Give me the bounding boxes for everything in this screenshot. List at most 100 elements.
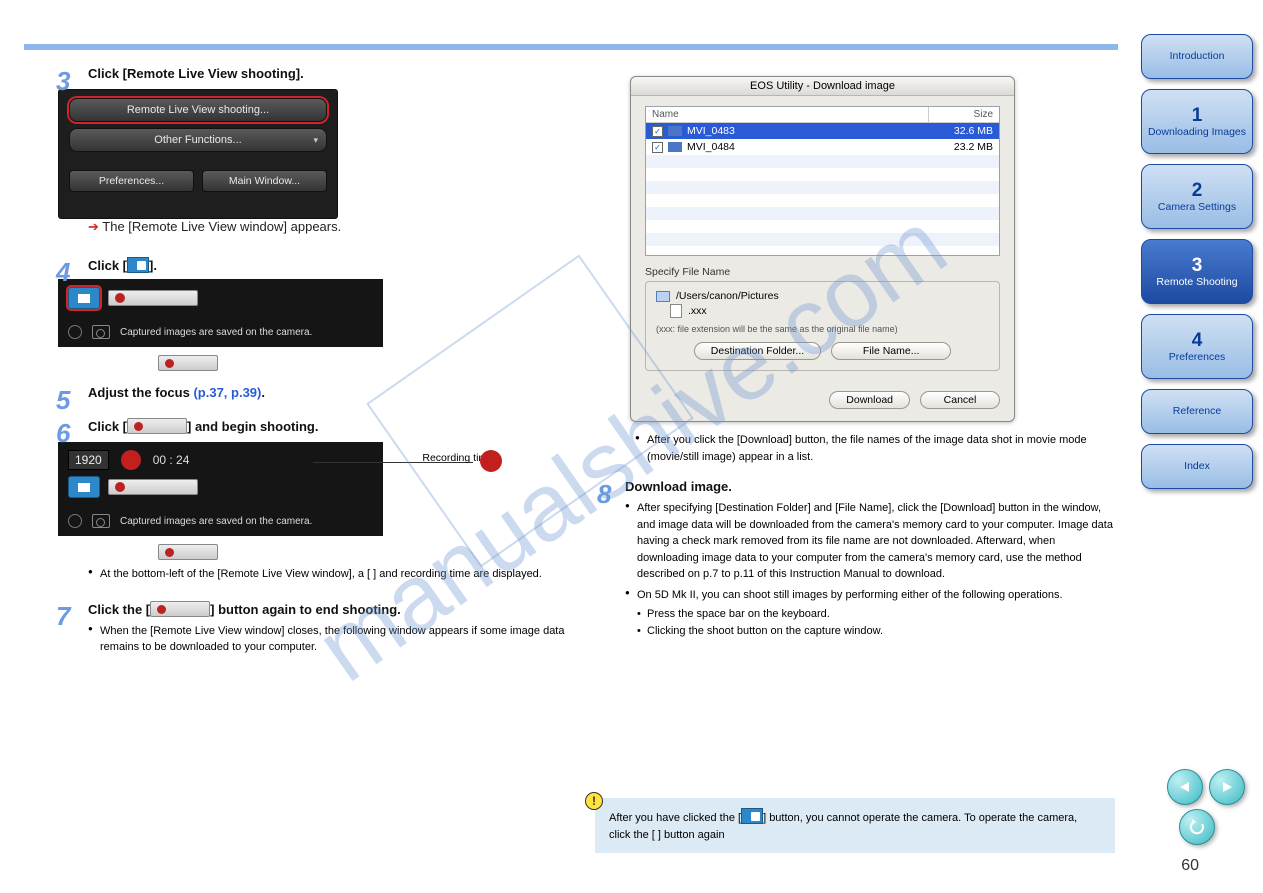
preferences-button[interactable]: Preferences... xyxy=(69,170,194,192)
tab-introduction[interactable]: Introduction xyxy=(1141,34,1253,79)
ext-note: (xxx: file extension will be the same as… xyxy=(656,324,989,334)
camera-icon xyxy=(92,325,110,339)
sub-note-item: Press the space bar on the keyboard. xyxy=(637,606,1115,623)
list-empty-rows xyxy=(646,155,999,256)
tab-num: 2 xyxy=(1192,180,1203,202)
col-name: Name xyxy=(646,107,929,122)
remote-live-view-button[interactable]: Remote Live View shooting... xyxy=(69,98,327,122)
tab-label: Preferences xyxy=(1169,351,1226,363)
file-name: MVI_0483 xyxy=(687,125,735,137)
tab-num: 3 xyxy=(1192,255,1203,277)
download-button[interactable]: Download xyxy=(829,391,910,409)
warning-icon: ! xyxy=(585,792,603,810)
step7-notes: When the [Remote Live View window] close… xyxy=(88,623,578,656)
step3-title: Click [Remote Live View shooting]. xyxy=(88,66,578,81)
file-name-box: /Users/canon/Pictures .xxx (xxx: file ex… xyxy=(645,281,1000,371)
left-column: 3 Click [Remote Live View shooting]. Rem… xyxy=(58,66,578,660)
tab-label: Camera Settings xyxy=(1158,201,1236,213)
record-slider-inline-2[interactable] xyxy=(158,544,218,560)
record-time: 00 : 24 xyxy=(153,453,190,467)
prev-page-button[interactable] xyxy=(1167,769,1203,805)
radio-icon-2 xyxy=(68,514,82,528)
rec-panel-msg: Captured images are saved on the camera. xyxy=(120,327,312,338)
record-slider-icon xyxy=(127,418,187,434)
note-item: When the [Remote Live View window] close… xyxy=(88,623,578,656)
chevron-down-icon: ▾ xyxy=(313,135,318,146)
page-number: 60 xyxy=(1181,857,1199,875)
triangle-left-icon xyxy=(1178,780,1192,794)
step5-link[interactable]: (p.37, p.39) xyxy=(193,385,261,400)
tab-label: Introduction xyxy=(1170,50,1225,62)
file-list: Name Size ✓ MVI_0483 32.6 MB ✓ MVI_04 xyxy=(645,106,1000,256)
note-item: After you click the [Download] button, t… xyxy=(635,432,1115,465)
tab-index[interactable]: Index xyxy=(1141,444,1253,489)
file-ext: .xxx xyxy=(688,305,707,317)
dialog-title: EOS Utility - Download image xyxy=(631,77,1014,96)
other-functions-button[interactable]: Other Functions... ▾ xyxy=(69,128,327,152)
record-indicator-icon xyxy=(121,450,141,470)
record-panel-pre: Captured images are saved on the camera. xyxy=(58,279,383,347)
step-number-7: 7 xyxy=(56,601,70,632)
radio-icon xyxy=(68,325,82,339)
record-slider-inline[interactable] xyxy=(158,355,218,371)
tab-label: Reference xyxy=(1173,405,1221,417)
record-slider-2[interactable] xyxy=(108,479,198,495)
tab-downloading[interactable]: 1 Downloading Images xyxy=(1141,89,1253,154)
checkbox-icon[interactable]: ✓ xyxy=(652,142,663,153)
step8-title: Download image. xyxy=(625,479,1115,494)
file-row[interactable]: ✓ MVI_0484 23.2 MB xyxy=(646,139,999,155)
cancel-button[interactable]: Cancel xyxy=(920,391,1000,409)
live-view-toggle-2[interactable] xyxy=(68,476,100,498)
tab-camera-settings[interactable]: 2 Camera Settings xyxy=(1141,164,1253,229)
return-icon xyxy=(1188,818,1206,836)
capture-panel: Remote Live View shooting... Other Funct… xyxy=(58,89,338,219)
record-red-dot xyxy=(480,450,502,472)
file-name-button[interactable]: File Name... xyxy=(831,342,951,360)
checkbox-icon[interactable]: ✓ xyxy=(652,126,663,137)
camera-icon-2 xyxy=(92,514,110,528)
col-size: Size xyxy=(929,107,999,122)
tab-label: Remote Shooting xyxy=(1156,276,1237,288)
tab-num: 4 xyxy=(1192,330,1203,352)
slider-inline-row xyxy=(88,355,578,371)
other-functions-label: Other Functions... xyxy=(154,134,241,146)
main-window-button[interactable]: Main Window... xyxy=(202,170,327,192)
step6-title: Click [] and begin shooting. xyxy=(88,418,578,434)
rec-panel-msg-2: Captured images are saved on the camera. xyxy=(120,516,312,527)
video-icon xyxy=(668,126,682,136)
step4-title: Click []. xyxy=(88,257,578,273)
file-size: 23.2 MB xyxy=(923,141,993,153)
dialog-notes: After you click the [Download] button, t… xyxy=(635,432,1115,465)
next-page-button[interactable] xyxy=(1209,769,1245,805)
tab-label: Index xyxy=(1184,460,1210,472)
record-dot-icon-2 xyxy=(115,482,125,492)
right-column: EOS Utility - Download image Name Size ✓… xyxy=(595,66,1115,643)
return-button[interactable] xyxy=(1179,809,1215,845)
note-item: At the bottom-left of the [Remote Live V… xyxy=(88,566,578,583)
step6-notes: At the bottom-left of the [Remote Live V… xyxy=(88,566,578,583)
step7-title: Click the [] button again to end shootin… xyxy=(88,601,578,617)
file-name: MVI_0484 xyxy=(687,141,735,153)
live-view-toggle[interactable] xyxy=(68,287,100,309)
tab-reference[interactable]: Reference xyxy=(1141,389,1253,434)
top-rule xyxy=(24,44,1118,50)
step-number-8: 8 xyxy=(597,479,611,510)
side-tabs: Introduction 1 Downloading Images 2 Came… xyxy=(1141,34,1253,489)
record-slider[interactable] xyxy=(108,290,198,306)
dest-path: /Users/canon/Pictures xyxy=(676,290,779,302)
live-view-icon xyxy=(127,257,149,273)
triangle-right-icon xyxy=(1220,780,1234,794)
step8-notes: After specifying [Destination Folder] an… xyxy=(625,500,1115,639)
live-view-icon-warn xyxy=(741,808,763,824)
page-nav xyxy=(1167,769,1245,805)
note-item: After specifying [Destination Folder] an… xyxy=(625,500,1115,583)
tab-preferences[interactable]: 4 Preferences xyxy=(1141,314,1253,379)
record-panel-active: 1920 00 : 24 Recording time Captured ima… xyxy=(58,442,383,536)
specify-file-name-label: Specify File Name xyxy=(645,266,1000,278)
tab-remote-shooting[interactable]: 3 Remote Shooting xyxy=(1141,239,1253,304)
file-row[interactable]: ✓ MVI_0483 32.6 MB xyxy=(646,123,999,139)
result-arrow-icon: ➔ The [Remote Live View window] appears. xyxy=(88,219,578,235)
sub-note-item: Clicking the shoot button on the capture… xyxy=(637,623,1115,640)
dest-folder-button[interactable]: Destination Folder... xyxy=(694,342,821,360)
file-icon xyxy=(670,304,682,318)
